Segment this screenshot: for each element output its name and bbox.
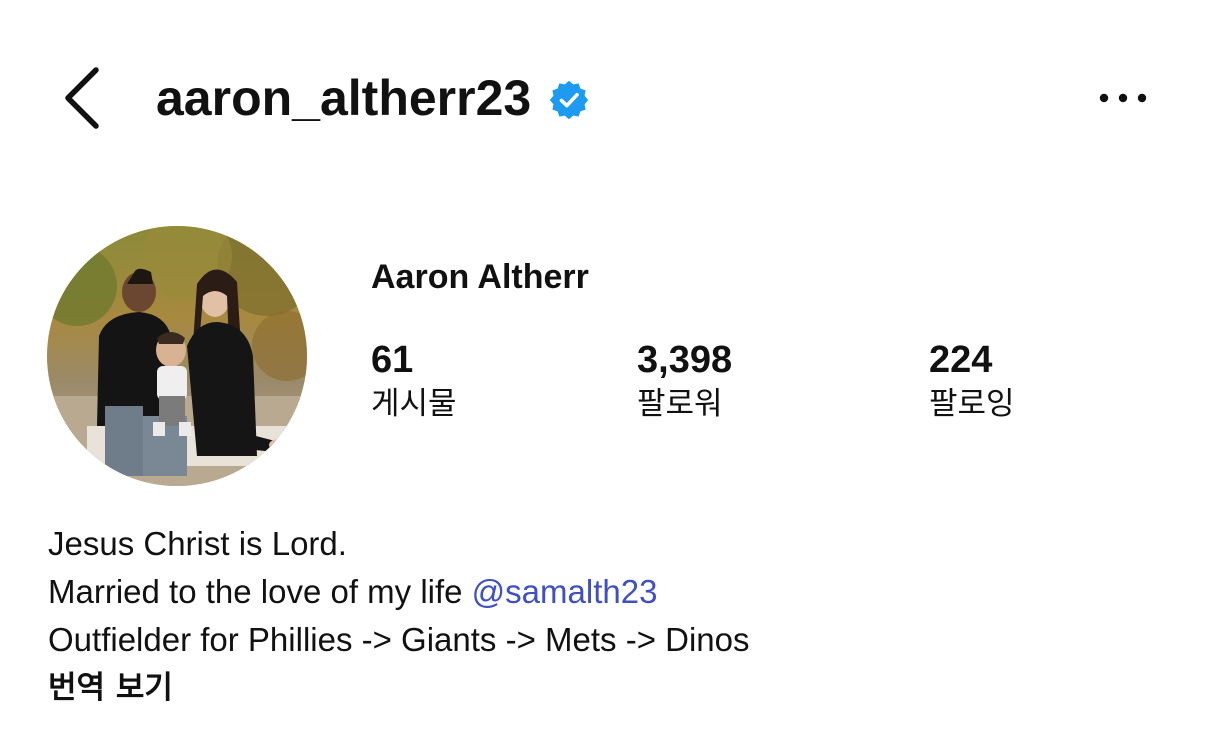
username-row: aaron_altherr23 — [156, 66, 589, 130]
bio-text: Married to the love of my life — [48, 573, 472, 610]
followers-count[interactable]: 3,398 팔로워 — [637, 336, 732, 424]
display-name: Aaron Altherr — [371, 258, 589, 296]
stat-value: 3,398 — [637, 339, 733, 381]
more-options-button[interactable] — [1095, 84, 1151, 112]
profile-avatar[interactable] — [47, 226, 307, 486]
profile-header: aaron_altherr23 — [0, 0, 1206, 200]
family-photo-image — [47, 226, 307, 486]
stat-value: 61 — [371, 339, 414, 381]
chevron-left-icon — [65, 67, 99, 129]
verified-badge-icon — [550, 80, 589, 120]
more-horizontal-icon — [1099, 93, 1147, 103]
posts-count[interactable]: 61 게시물 — [371, 336, 457, 424]
following-count[interactable]: 224 팔로잉 — [929, 336, 1015, 424]
bio-line: Married to the love of my life @samalth2… — [48, 568, 750, 616]
stat-label: 팔로잉 — [929, 386, 1015, 422]
stat-label: 게시물 — [371, 386, 457, 422]
username: aaron_altherr23 — [156, 70, 532, 126]
stat-value: 224 — [929, 339, 993, 381]
mention-link[interactable]: @samalth23 — [472, 573, 658, 610]
bio-line: Jesus Christ is Lord. — [48, 525, 347, 562]
bio-line: Outfielder for Phillies -> Giants -> Met… — [48, 621, 750, 658]
back-button[interactable] — [58, 64, 108, 134]
stat-label: 팔로워 — [637, 386, 723, 422]
see-translation-link[interactable]: 번역 보기 — [48, 662, 173, 707]
profile-bio: Jesus Christ is Lord. Married to the lov… — [48, 520, 750, 664]
